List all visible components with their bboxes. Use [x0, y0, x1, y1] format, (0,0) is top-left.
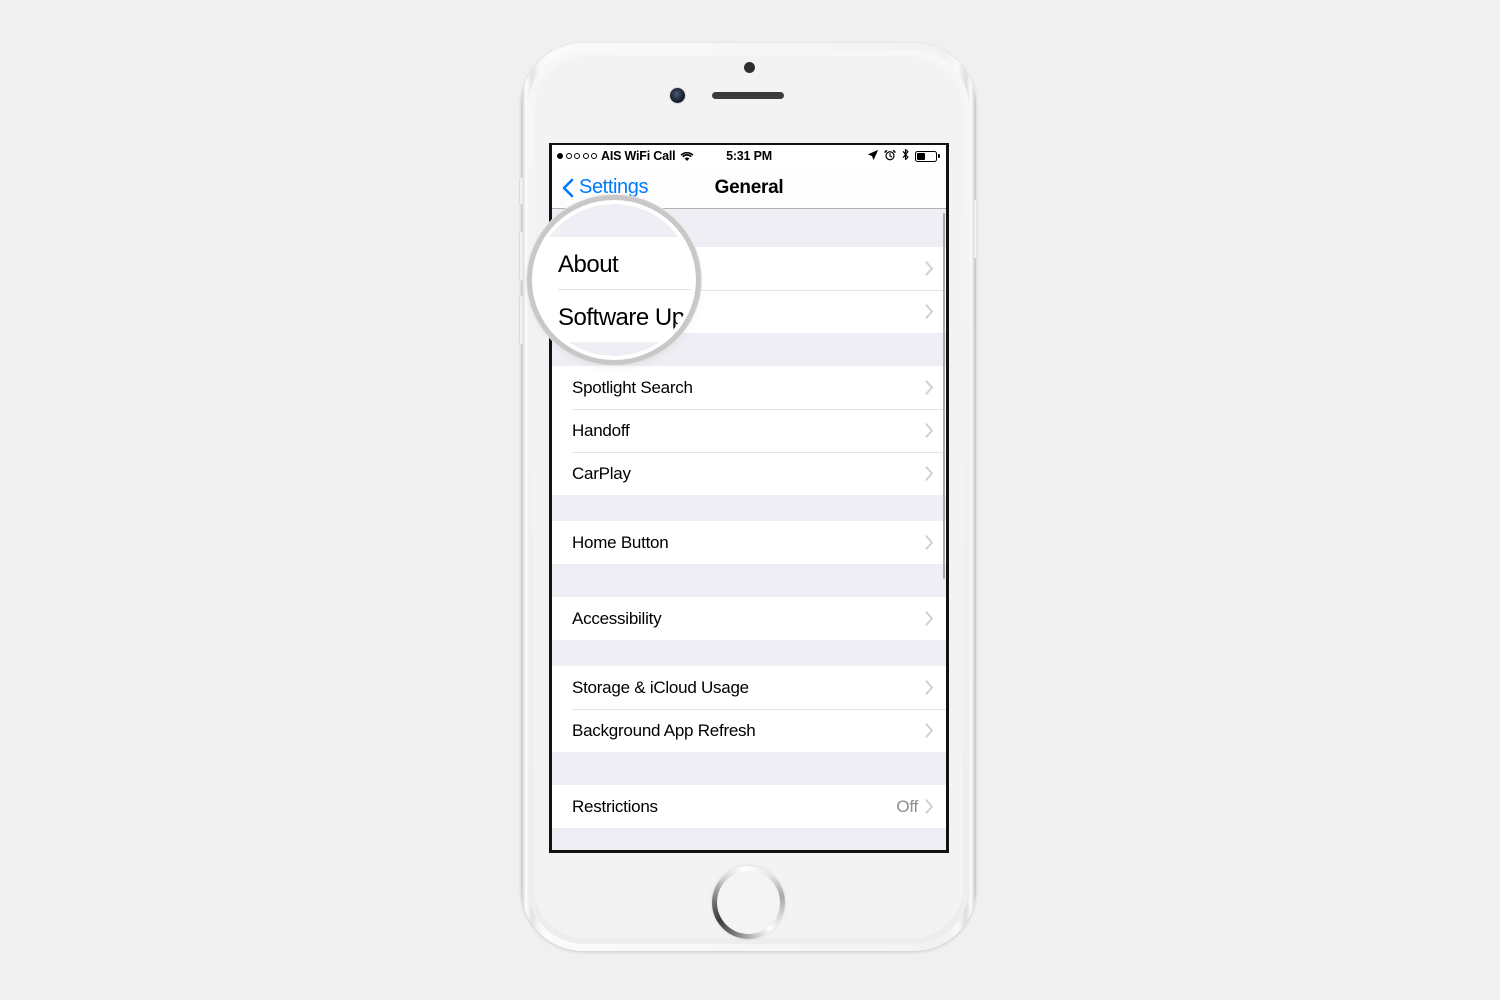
row-label: Storage & iCloud Usage [572, 677, 749, 697]
section-gap [552, 640, 946, 666]
chevron-left-icon [561, 178, 574, 198]
row-label: Handoff [572, 420, 630, 440]
section-gap [552, 495, 946, 521]
section-gap [552, 828, 946, 850]
section-gap [552, 564, 946, 597]
scroll-indicator[interactable] [942, 213, 945, 579]
row-label: Home Button [572, 532, 669, 552]
navigation-bar: Settings General [552, 167, 946, 209]
status-bar: AIS WiFi Call 5:31 PM [552, 145, 946, 167]
chevron-right-icon [925, 380, 934, 395]
row-accessory [925, 611, 934, 626]
row-label: Spotlight Search [572, 377, 693, 397]
row-accessory [925, 535, 934, 550]
back-button[interactable]: Settings [552, 176, 648, 199]
earpiece-speaker-icon [712, 92, 784, 99]
volume-up-button[interactable] [519, 232, 524, 280]
magnified-label-about: About [558, 251, 619, 278]
section-restrictions: Restrictions Off [552, 785, 946, 828]
table-row[interactable]: Accessibility [552, 597, 946, 640]
carrier-label: AIS WiFi Call [601, 149, 676, 163]
row-value: Off [896, 796, 918, 816]
row-accessory [925, 380, 934, 395]
row-accessory [925, 723, 934, 738]
silent-switch[interactable] [519, 178, 524, 204]
row-accessory [925, 680, 934, 695]
section-continuity: Spotlight Search Handoff CarPlay [552, 366, 946, 495]
back-button-label: Settings [579, 176, 649, 198]
row-accessory: Off [896, 797, 934, 817]
section-storage: Storage & iCloud Usage Background App Ref… [552, 666, 946, 752]
chevron-right-icon [925, 611, 934, 626]
chevron-right-icon [925, 261, 934, 276]
chevron-right-icon [925, 723, 934, 738]
table-row[interactable]: Storage & iCloud Usage [552, 666, 946, 709]
bluetooth-icon [901, 148, 910, 164]
row-label: Background App Refresh [572, 720, 756, 740]
row-accessory [925, 261, 934, 276]
section-accessibility: Accessibility [552, 597, 946, 640]
proximity-sensor-icon [744, 62, 755, 73]
chevron-right-icon [925, 466, 934, 481]
row-label: Accessibility [572, 608, 662, 628]
row-accessory [925, 423, 934, 438]
magnifier-loupe: About Software Update [536, 204, 692, 356]
table-row[interactable]: Handoff [552, 409, 946, 452]
table-row[interactable]: Restrictions Off [552, 785, 946, 828]
row-label: Restrictions [572, 796, 658, 816]
front-camera-icon [670, 88, 685, 103]
signal-strength-icon [557, 153, 597, 159]
chevron-right-icon [925, 680, 934, 695]
chevron-right-icon [925, 423, 934, 438]
chevron-right-icon [925, 535, 934, 550]
power-button[interactable] [973, 200, 978, 258]
chevron-right-icon [925, 304, 934, 319]
wifi-icon [680, 151, 694, 162]
magnified-label-software-update: Software Update [558, 304, 692, 331]
volume-down-button[interactable] [519, 296, 524, 344]
row-accessory [925, 304, 934, 319]
alarm-clock-icon [884, 149, 896, 164]
section-gap [552, 752, 946, 785]
home-button[interactable] [712, 866, 785, 939]
battery-icon [915, 150, 940, 162]
row-accessory [925, 466, 934, 481]
screenshot-canvas: AIS WiFi Call 5:31 PM Settings General S… [0, 0, 1500, 1000]
table-row[interactable]: Spotlight Search [552, 366, 946, 409]
chevron-right-icon [925, 799, 934, 814]
section-home-button: Home Button [552, 521, 946, 564]
table-row[interactable]: Background App Refresh [552, 709, 946, 752]
row-label: CarPlay [572, 463, 631, 483]
location-arrow-icon [867, 149, 879, 164]
table-row[interactable]: Home Button [552, 521, 946, 564]
table-row[interactable]: CarPlay [552, 452, 946, 495]
